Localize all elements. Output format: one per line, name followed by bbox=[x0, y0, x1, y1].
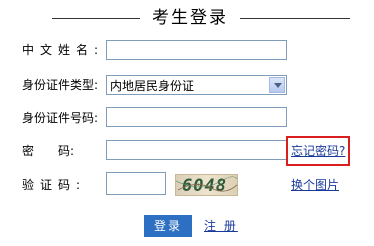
captcha-image[interactable]: 6048 bbox=[175, 174, 238, 196]
change-image-link[interactable]: 换个图片 bbox=[291, 177, 339, 193]
name-field[interactable] bbox=[106, 40, 287, 60]
forgot-password-link[interactable]: 忘记密码? bbox=[291, 143, 345, 159]
id-type-select[interactable]: 内地居民身份证 bbox=[106, 75, 287, 95]
captcha-field[interactable] bbox=[106, 172, 166, 195]
id-type-label: 身份证件类型: bbox=[22, 78, 99, 92]
id-number-label: 身份证件号码: bbox=[22, 111, 99, 125]
id-type-selected-value: 内地居民身份证 bbox=[110, 79, 195, 93]
captcha-noise bbox=[176, 176, 237, 192]
password-label: 密 码: bbox=[22, 144, 75, 158]
captcha-label: 验证码: bbox=[22, 178, 87, 192]
page-title: 考生登录 bbox=[140, 6, 240, 30]
password-field[interactable] bbox=[106, 140, 287, 160]
chevron-down-icon[interactable] bbox=[269, 77, 285, 93]
register-link[interactable]: 注 册 bbox=[204, 218, 238, 234]
id-number-field[interactable] bbox=[106, 107, 287, 127]
name-label: 中文姓名: bbox=[22, 43, 105, 57]
login-button[interactable]: 登录 bbox=[144, 215, 192, 237]
